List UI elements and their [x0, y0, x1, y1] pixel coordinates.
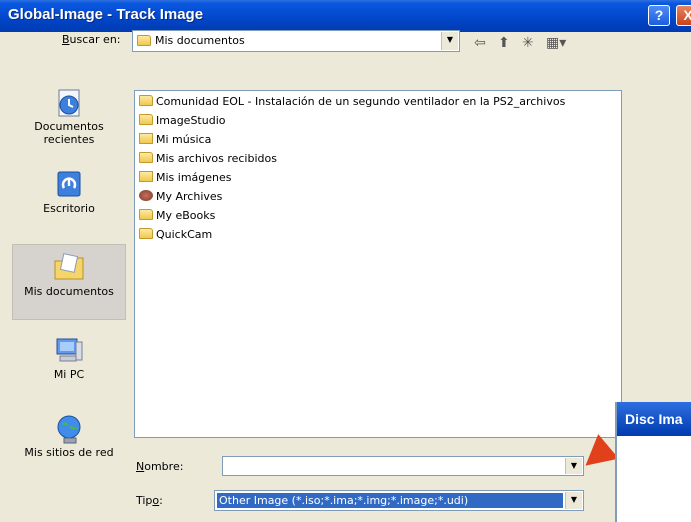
filetype-label: Tipo: [136, 494, 163, 507]
file-name: My Archives [156, 190, 223, 203]
filetype-label-text: : [159, 494, 163, 507]
recent-documents-icon [58, 89, 80, 117]
places-bar: Documentos recientes Escritorio Mis docu… [12, 72, 126, 474]
lookin-combo[interactable]: Mis documentos ▼ [132, 30, 460, 52]
desktop-icon [57, 171, 81, 197]
folder-icon [139, 114, 153, 125]
file-name: Mi música [156, 133, 212, 146]
list-item[interactable]: Comunidad EOL - Instalación de un segund… [139, 92, 565, 111]
disc-image-window: Disc Ima [615, 402, 691, 522]
list-item[interactable]: Mis archivos recibidos [139, 149, 277, 168]
my-documents-icon [54, 253, 84, 280]
filetype-select[interactable]: Other Image (*.iso;*.ima;*.img;*.image;*… [214, 490, 584, 511]
file-name: Mis imágenes [156, 171, 232, 184]
window-title: Global-Image - Track Image [8, 6, 204, 23]
music-folder-icon [139, 133, 153, 144]
up-folder-button[interactable]: ⬆ [498, 33, 510, 53]
folder-icon [139, 152, 153, 163]
list-item[interactable]: Mis imágenes [139, 168, 232, 187]
new-folder-icon: ✳ [522, 35, 534, 51]
folder-icon [139, 95, 153, 106]
chevron-down-icon[interactable]: ▼ [565, 492, 582, 509]
chevron-down-icon[interactable]: ▼ [441, 32, 458, 50]
folder-icon [139, 228, 153, 239]
lookin-label: Buscar en: [62, 33, 121, 46]
filename-label-accesskey: N [136, 460, 145, 473]
folder-icon [137, 35, 151, 46]
place-label: Documentos recientes [34, 120, 104, 146]
list-item[interactable]: ImageStudio [139, 111, 226, 130]
place-my-computer[interactable]: Mi PC [12, 334, 126, 381]
lookin-value: Mis documentos [155, 34, 245, 47]
place-network[interactable]: Mis sitios de red [12, 412, 126, 459]
pictures-folder-icon [139, 171, 153, 182]
views-menu-button[interactable]: ▦▾ [546, 33, 566, 53]
folder-icon [139, 209, 153, 220]
filename-label: Nombre: [136, 460, 183, 473]
place-recent-documents[interactable]: Documentos recientes [12, 86, 126, 146]
close-button[interactable]: X [676, 5, 691, 26]
place-label: Escritorio [43, 202, 95, 215]
up-folder-icon: ⬆ [498, 35, 510, 51]
file-name: QuickCam [156, 228, 213, 241]
place-label: Mi PC [53, 368, 85, 381]
back-button[interactable]: ⇦ [474, 33, 486, 53]
list-item[interactable]: My eBooks [139, 206, 215, 225]
new-folder-button[interactable]: ✳ [522, 33, 534, 53]
filetype-label-prefix: Tip [136, 494, 153, 507]
lookin-label-accesskey: B [62, 33, 70, 46]
place-label: Mis documentos [24, 285, 114, 298]
my-computer-icon [56, 338, 83, 362]
title-bar: Global-Image - Track Image ? X [0, 0, 691, 32]
list-item[interactable]: QuickCam [139, 225, 212, 244]
file-name: ImageStudio [156, 114, 226, 127]
place-label: Mis sitios de red [24, 446, 114, 459]
back-arrow-icon: ⇦ [474, 35, 486, 51]
filename-input[interactable]: ▼ [222, 456, 584, 476]
place-desktop[interactable]: Escritorio [12, 168, 126, 215]
views-icon: ▦▾ [546, 35, 567, 51]
place-my-documents[interactable]: Mis documentos [12, 244, 126, 320]
network-places-icon [57, 415, 81, 444]
help-button[interactable]: ? [648, 5, 670, 26]
popup-title: Disc Ima [617, 402, 691, 436]
filename-label-text: ombre: [144, 460, 184, 473]
list-item[interactable]: My Archives [139, 187, 222, 206]
archive-icon [139, 190, 153, 201]
filetype-value: Other Image (*.iso;*.ima;*.img;*.image;*… [217, 493, 563, 508]
file-name: Mis archivos recibidos [156, 152, 277, 165]
file-name: My eBooks [156, 209, 216, 222]
lookin-label-text: uscar en: [69, 33, 121, 46]
list-item[interactable]: Mi música [139, 130, 211, 149]
file-name: Comunidad EOL - Instalación de un segund… [156, 95, 566, 108]
file-list[interactable]: Comunidad EOL - Instalación de un segund… [134, 90, 622, 438]
chevron-down-icon[interactable]: ▼ [565, 458, 582, 474]
